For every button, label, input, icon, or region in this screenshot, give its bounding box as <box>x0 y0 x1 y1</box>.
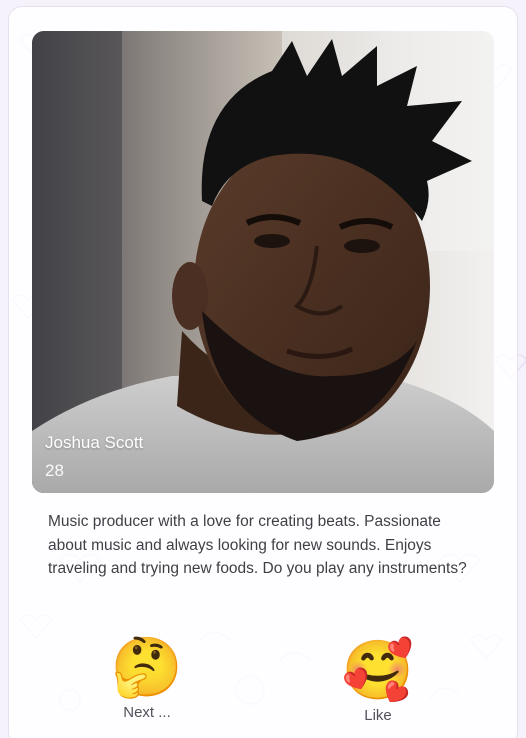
like-button[interactable]: 🥰 Like <box>333 637 423 724</box>
profile-age: 28 <box>45 461 64 480</box>
next-button[interactable]: 🤔 Next ... <box>102 634 192 721</box>
smiling-face-with-hearts-icon: 🥰 <box>341 636 415 704</box>
next-button-label: Next ... <box>123 704 171 721</box>
profile-name: Joshua Scott <box>45 433 144 452</box>
profile-bio: Music producer with a love for creating … <box>48 513 467 577</box>
like-button-label: Like <box>364 707 392 724</box>
thinking-face-icon: 🤔 <box>110 633 184 701</box>
profile-photo <box>32 31 494 493</box>
